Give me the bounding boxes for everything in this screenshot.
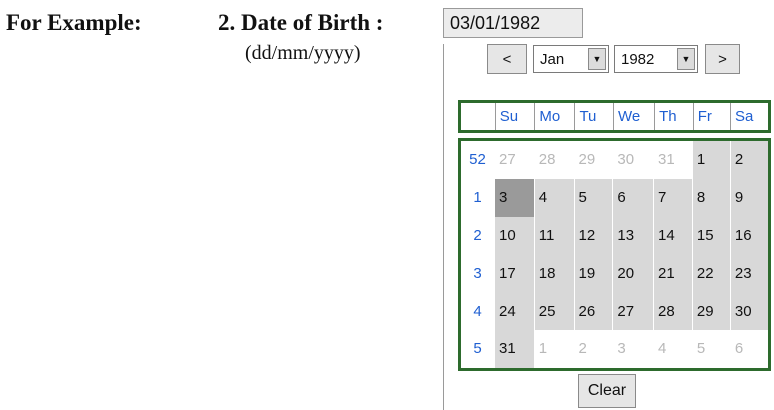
calendar-week-row: 5 31 1 2 3 4 5 6 [461, 329, 768, 368]
day-cell[interactable]: 15 [691, 216, 731, 255]
selected-day-cell[interactable]: 3 [494, 178, 535, 217]
week-number: 4 [461, 292, 495, 330]
dropdown-arrow-icon[interactable]: ▼ [588, 48, 606, 70]
weekday-header: Su Mo Tu We Th Fr Sa [458, 100, 771, 133]
day-cell[interactable]: 9 [729, 178, 768, 217]
day-cell[interactable]: 8 [691, 178, 731, 217]
chevron-left-icon: < [502, 50, 512, 68]
weekday-header-cell: Su [494, 103, 535, 130]
day-cell[interactable]: 30 [612, 141, 654, 179]
day-cell[interactable]: 16 [729, 216, 768, 255]
week-number-header [461, 103, 495, 130]
day-cell[interactable]: 18 [533, 254, 575, 293]
day-cell[interactable]: 31 [494, 329, 535, 368]
day-cell[interactable]: 19 [573, 254, 613, 293]
day-cell[interactable]: 29 [573, 141, 613, 179]
day-cell[interactable]: 28 [533, 141, 575, 179]
day-cell[interactable]: 31 [652, 141, 693, 179]
day-cell[interactable]: 10 [494, 216, 535, 255]
day-grid: 52 27 28 29 30 31 1 2 1 3 4 5 6 7 8 9 2 10 11 12 13 14 15 16 3 17… [458, 138, 771, 371]
day-cell[interactable]: 2 [729, 141, 768, 179]
calendar-week-row: 3 17 18 19 20 21 22 23 [461, 254, 768, 293]
calendar-week-row: 2 10 11 12 13 14 15 16 [461, 216, 768, 255]
day-cell[interactable]: 6 [729, 329, 768, 368]
day-cell[interactable]: 14 [652, 216, 693, 255]
day-cell[interactable]: 4 [652, 329, 693, 368]
month-value: Jan [540, 51, 565, 68]
next-month-button[interactable]: > [705, 44, 740, 74]
year-select[interactable]: 1982 ▼ [614, 45, 698, 73]
month-select[interactable]: Jan ▼ [533, 45, 609, 73]
day-cell[interactable]: 11 [533, 216, 575, 255]
day-cell[interactable]: 26 [573, 292, 613, 330]
day-cell[interactable]: 28 [652, 292, 693, 330]
day-cell[interactable]: 23 [729, 254, 768, 293]
day-cell[interactable]: 17 [494, 254, 535, 293]
week-number: 3 [461, 254, 495, 293]
calendar-week-row: 52 27 28 29 30 31 1 2 [461, 141, 768, 179]
weekday-header-cell: Fr [692, 103, 731, 130]
day-cell[interactable]: 2 [573, 329, 613, 368]
day-cell[interactable]: 27 [494, 141, 535, 179]
chevron-right-icon: > [718, 50, 727, 68]
weekday-header-cell: Th [654, 103, 694, 130]
day-cell[interactable]: 27 [612, 292, 654, 330]
day-grid-table: 52 27 28 29 30 31 1 2 1 3 4 5 6 7 8 9 2 10 11 12 13 14 15 16 3 17… [461, 141, 768, 368]
prev-month-button[interactable]: < [487, 44, 527, 74]
day-cell[interactable]: 21 [652, 254, 693, 293]
week-number: 2 [461, 216, 495, 255]
year-value: 1982 [621, 51, 655, 68]
day-cell[interactable]: 5 [691, 329, 731, 368]
clear-button[interactable]: Clear [578, 374, 636, 408]
weekday-header-row: Su Mo Tu We Th Fr Sa [461, 103, 768, 130]
dropdown-arrow-icon[interactable]: ▼ [677, 48, 695, 70]
day-cell[interactable]: 22 [691, 254, 731, 293]
weekday-header-table: Su Mo Tu We Th Fr Sa [461, 103, 768, 130]
day-cell[interactable]: 7 [652, 178, 693, 217]
day-cell[interactable]: 1 [691, 141, 731, 179]
field-label: 2. Date of Birth : [218, 10, 384, 35]
example-label: For Example: [6, 10, 142, 35]
day-cell[interactable]: 12 [573, 216, 613, 255]
calendar-week-row: 4 24 25 26 27 28 29 30 [461, 292, 768, 330]
day-cell[interactable]: 3 [612, 329, 654, 368]
day-cell[interactable]: 25 [533, 292, 575, 330]
date-of-birth-input[interactable]: 03/01/1982 [443, 8, 583, 38]
day-cell[interactable]: 24 [494, 292, 535, 330]
day-cell[interactable]: 6 [612, 178, 654, 217]
week-number: 52 [461, 141, 495, 179]
day-cell[interactable]: 5 [573, 178, 613, 217]
week-number: 1 [461, 178, 495, 217]
day-cell[interactable]: 13 [612, 216, 654, 255]
weekday-header-cell: Mo [534, 103, 575, 130]
weekday-header-cell: We [612, 103, 655, 130]
day-cell[interactable]: 1 [533, 329, 575, 368]
day-cell[interactable]: 30 [729, 292, 768, 330]
weekday-header-cell: Sa [729, 103, 768, 130]
calendar-week-row: 13456789 [461, 178, 768, 217]
day-cell[interactable]: 20 [612, 254, 654, 293]
weekday-header-cell: Tu [574, 103, 614, 130]
day-cell[interactable]: 4 [533, 178, 575, 217]
day-cell[interactable]: 29 [691, 292, 731, 330]
format-hint: (dd/mm/yyyy) [245, 42, 361, 64]
week-number: 5 [461, 329, 495, 368]
